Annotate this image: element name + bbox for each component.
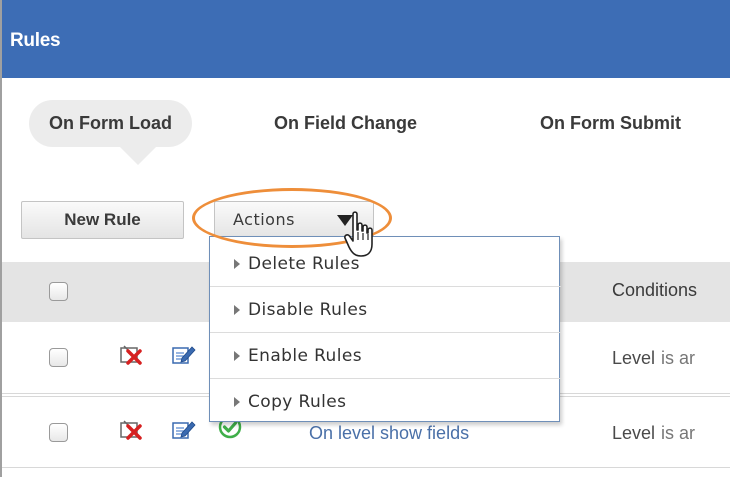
menu-item-label: Copy Rules [248,392,347,412]
row-checkbox[interactable] [49,348,68,367]
active-tab-pointer [120,147,156,165]
menu-item-label: Enable Rules [248,346,362,366]
select-all-checkbox[interactable] [49,282,68,301]
panel-title: Rules [10,30,61,51]
menu-item-delete-rules[interactable]: Delete Rules [210,241,561,287]
row-checkbox[interactable] [49,423,68,442]
delete-icon[interactable] [120,419,144,441]
menu-arrow-icon [234,397,240,407]
rules-panel: Rules On Form Load On Field Change On Fo… [0,0,730,477]
new-rule-button[interactable]: New Rule [21,201,184,239]
menu-arrow-icon [234,259,240,269]
rule-tabs: On Form Load On Field Change On Form Sub… [2,100,730,148]
tab-on-form-submit[interactable]: On Form Submit [540,100,681,147]
actions-label: Actions [233,210,295,229]
row-condition: Level is ar [612,348,695,369]
rule-name-link[interactable]: On level show fields [309,423,469,444]
delete-icon[interactable] [120,344,144,366]
panel-header: Rules [2,0,730,78]
condition-field: Level [612,348,656,368]
column-header-conditions: Conditions [612,280,698,300]
tab-on-field-change[interactable]: On Field Change [274,100,417,147]
condition-operator: is ar [661,423,696,443]
hand-cursor-icon [344,211,373,257]
menu-arrow-icon [234,351,240,361]
menu-item-enable-rules[interactable]: Enable Rules [210,333,561,379]
condition-operator: is ar [661,348,696,368]
menu-item-label: Disable Rules [248,300,368,320]
tab-on-form-load[interactable]: On Form Load [29,100,192,147]
edit-icon[interactable] [172,344,196,366]
menu-item-disable-rules[interactable]: Disable Rules [210,287,561,333]
menu-arrow-icon [234,305,240,315]
row-condition: Level is ar [612,423,695,444]
menu-item-copy-rules[interactable]: Copy Rules [210,379,561,425]
actions-menu: Delete Rules Disable Rules Enable Rules … [209,236,561,425]
edit-icon[interactable] [172,419,196,441]
condition-field: Level [612,423,656,443]
